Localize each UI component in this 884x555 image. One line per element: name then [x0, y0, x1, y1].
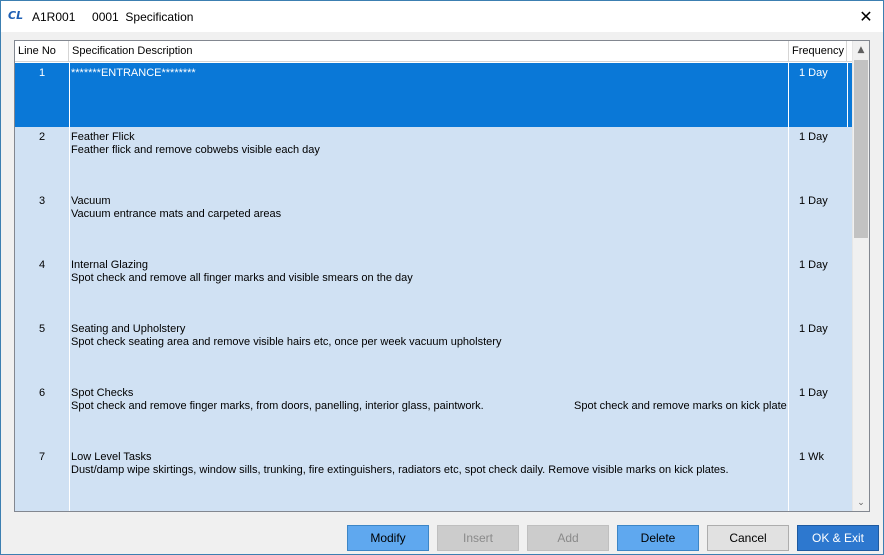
line-no-cell: 3 — [38, 195, 46, 207]
scroll-up-icon[interactable]: ▲ — [853, 41, 869, 58]
frequency-cell: 1 Day — [799, 131, 828, 143]
description-title: *******ENTRANCE******** — [71, 67, 196, 79]
table-row[interactable]: 1 *******ENTRANCE******** 1 Day — [15, 63, 855, 127]
description-title: Spot Checks — [71, 387, 134, 399]
description-cell: Seating and Upholstery Spot check seating… — [69, 319, 789, 383]
specification-window: CL A1R001 0001 Specification ✕ Line No S… — [0, 0, 884, 555]
frequency-cell: 1 Day — [799, 323, 828, 335]
line-no-cell: 1 — [38, 67, 46, 79]
frequency-cell: 1 Day — [799, 67, 828, 79]
grid-rows: 1 *******ENTRANCE******** 1 Day 2 Feather Fl… — [15, 63, 855, 511]
line-no-cell: 5 — [38, 323, 46, 335]
description-cell: Internal Glazing Spot check and remove al… — [69, 255, 789, 319]
description-cell: *******ENTRANCE******** — [69, 63, 789, 127]
table-row[interactable]: 5 Seating and Upholstery Spot check seatin… — [15, 319, 855, 383]
description-title: Low Level Tasks — [71, 451, 152, 463]
window-title: A1R001 0001 Specification — [32, 10, 194, 24]
table-row[interactable]: 6 Spot Checks Spot check and remove finger… — [15, 383, 855, 447]
description-detail: Feather flick and remove cobwebs visible… — [71, 144, 320, 156]
description-title: Feather Flick — [71, 131, 135, 143]
grid-header: Line No Specification Description Freque… — [15, 41, 869, 62]
description-extra: Spot check and remove marks on kick plat… — [574, 400, 787, 412]
description-detail: Spot check seating area and remove visib… — [71, 336, 502, 348]
line-no-cell: 6 — [38, 387, 46, 399]
close-icon[interactable]: ✕ — [849, 1, 883, 31]
row-divider — [847, 63, 848, 127]
description-detail: Dust/damp wipe skirtings, window sills, … — [71, 464, 729, 476]
line-no-cell: 7 — [38, 451, 46, 463]
description-title: Internal Glazing — [71, 259, 149, 271]
column-header-description[interactable]: Specification Description — [69, 41, 789, 62]
line-no-cell: 2 — [38, 131, 46, 143]
description-detail: Vacuum entrance mats and carpeted areas — [71, 208, 282, 220]
delete-button[interactable]: Delete — [617, 525, 699, 551]
cancel-button[interactable]: Cancel — [707, 525, 789, 551]
table-row[interactable]: 2 Feather Flick Feather flick and remove c… — [15, 127, 855, 191]
table-row[interactable]: 4 Internal Glazing Spot check and remove a… — [15, 255, 855, 319]
scrollbar-thumb[interactable] — [854, 60, 868, 238]
table-row[interactable]: 7 Low Level Tasks Dust/damp wipe skirtings… — [15, 447, 855, 511]
app-logo-icon: CL — [8, 9, 24, 22]
line-no-cell: 4 — [38, 259, 46, 271]
description-cell: Vacuum Vacuum entrance mats and carpeted … — [69, 191, 789, 255]
vertical-scrollbar[interactable]: ▲ ⌄ — [852, 41, 869, 511]
insert-button[interactable]: Insert — [437, 525, 519, 551]
scroll-down-icon[interactable]: ⌄ — [853, 494, 869, 511]
add-button[interactable]: Add — [527, 525, 609, 551]
ok-exit-button[interactable]: OK & Exit — [797, 525, 879, 551]
frequency-cell: 1 Day — [799, 195, 828, 207]
column-header-line-no[interactable]: Line No — [15, 41, 69, 62]
frequency-cell: 1 Day — [799, 259, 828, 271]
column-header-frequency[interactable]: Frequency — [789, 41, 847, 62]
description-cell: Spot Checks Spot check and remove finger … — [69, 383, 789, 447]
description-title: Seating and Upholstery — [71, 323, 186, 335]
frequency-cell: 1 Day — [799, 387, 828, 399]
description-detail: Spot check and remove all finger marks a… — [71, 272, 413, 284]
title-bar: CL A1R001 0001 Specification ✕ — [1, 1, 883, 32]
description-title: Vacuum — [71, 195, 111, 207]
modify-button[interactable]: Modify — [347, 525, 429, 551]
frequency-cell: 1 Wk — [799, 451, 825, 463]
table-row[interactable]: 3 Vacuum Vacuum entrance mats and carpeted… — [15, 191, 855, 255]
specification-grid: Line No Specification Description Freque… — [14, 40, 870, 512]
description-cell: Feather Flick Feather flick and remove co… — [69, 127, 789, 191]
description-cell: Low Level Tasks Dust/damp wipe skirtings,… — [69, 447, 789, 511]
